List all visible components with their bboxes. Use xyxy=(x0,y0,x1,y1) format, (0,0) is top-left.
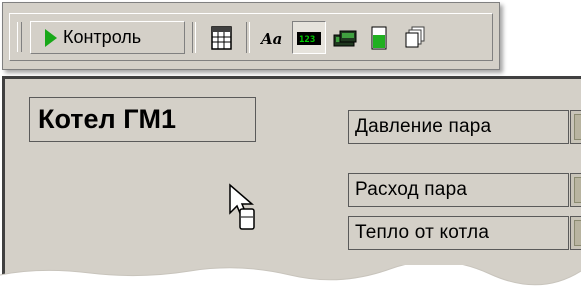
digital-indicator-button[interactable] xyxy=(330,21,360,54)
toolbar-band: Контроль Aa 123 xyxy=(9,13,493,61)
svg-text:123: 123 xyxy=(299,35,315,45)
param-value-steam-flow[interactable] xyxy=(570,173,581,207)
numeric-display-icon: 123 xyxy=(296,25,322,51)
control-label: Контроль xyxy=(63,27,142,47)
toolbar-grip[interactable] xyxy=(17,22,22,52)
numeric-display-button[interactable]: 123 xyxy=(292,21,326,54)
digital-indicator-icon xyxy=(332,25,358,51)
param-label-steam-pressure: Давление пара xyxy=(348,110,569,144)
table-button[interactable] xyxy=(207,21,237,54)
font-icon: Aa xyxy=(259,25,286,51)
torn-edge xyxy=(0,265,581,287)
param-label-boiler-heat: Тепло от котла xyxy=(348,216,569,250)
play-icon xyxy=(45,28,57,47)
mnemonic-workspace: Котел ГМ1 Давление пара Расход пара Тепл… xyxy=(2,76,581,287)
level-bar-icon xyxy=(366,25,392,51)
control-button[interactable]: Контроль xyxy=(30,21,185,54)
toolbar-separator xyxy=(192,22,196,53)
param-value-boiler-heat[interactable] xyxy=(570,216,581,250)
level-bar-button[interactable] xyxy=(364,21,394,54)
param-value-steam-pressure[interactable] xyxy=(570,110,581,144)
table-icon xyxy=(209,25,235,51)
boiler-title: Котел ГМ1 xyxy=(29,97,256,142)
svg-text:Aa: Aa xyxy=(260,30,282,48)
toolbar-separator xyxy=(246,22,250,53)
param-label-steam-flow: Расход пара xyxy=(348,173,569,207)
toolbar: Контроль Aa 123 xyxy=(2,2,500,70)
mouse-cursor-icon xyxy=(229,183,255,230)
font-button[interactable]: Aa xyxy=(258,21,288,54)
copy-pages-button[interactable] xyxy=(400,21,430,54)
copy-pages-icon xyxy=(402,25,428,51)
